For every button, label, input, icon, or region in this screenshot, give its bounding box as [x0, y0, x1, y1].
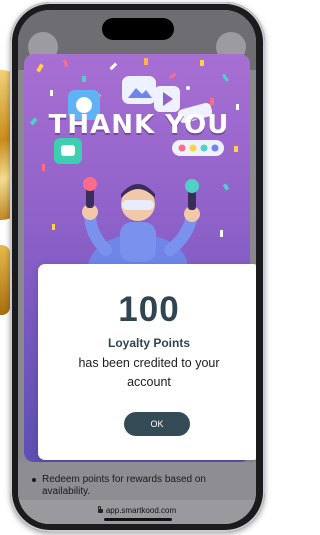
- credited-message: has been credited to your account: [78, 356, 220, 389]
- bullet-icon: [32, 478, 36, 482]
- lock-icon: [97, 506, 103, 513]
- dynamic-island: [102, 18, 174, 40]
- url-text: app.smartkood.com: [105, 506, 177, 515]
- points-value: 100: [118, 290, 180, 329]
- banner-title: THANK YOU: [48, 110, 230, 140]
- phone-screen: THANK YOU 100 Loyalty Points has been cr…: [18, 10, 256, 524]
- home-indicator[interactable]: [104, 518, 172, 521]
- list-item-text: Redeem points for rewards based on avail…: [42, 474, 206, 497]
- gold-ribbon-decoration-lower: [0, 245, 10, 315]
- list-item: Redeem points for rewards based on avail…: [32, 474, 242, 498]
- points-dialog: 100 Loyalty Points has been credited to …: [38, 264, 256, 460]
- points-label: Loyalty Points: [107, 336, 190, 350]
- ok-button[interactable]: OK: [124, 412, 190, 436]
